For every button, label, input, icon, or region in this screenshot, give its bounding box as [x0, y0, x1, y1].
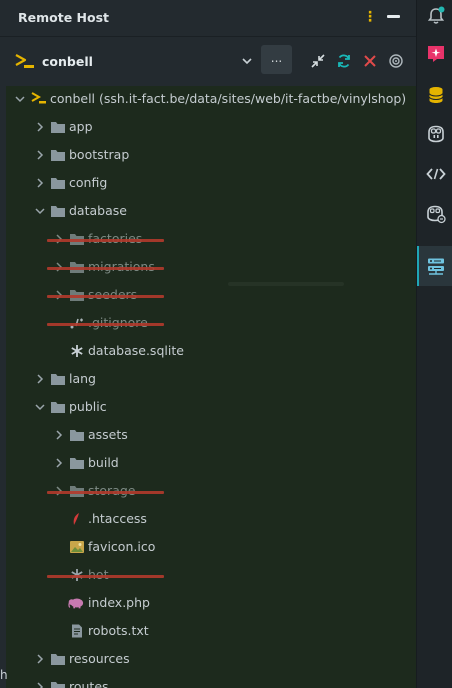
tree-file-hot[interactable]: hot [6, 562, 416, 590]
tree-folder-build[interactable]: build [6, 450, 416, 478]
folder-icon [51, 374, 65, 385]
tree-item-label: database [69, 203, 127, 218]
feather-file-icon [73, 513, 79, 525]
tree-folder-storage[interactable]: storage [6, 478, 416, 506]
more-options-button[interactable]: ... [261, 45, 292, 74]
folder-icon [51, 682, 65, 688]
ai-assistant-icon[interactable] [426, 44, 446, 64]
ignored-strike [47, 491, 164, 494]
connection-name[interactable]: conbell [42, 54, 93, 69]
disconnect-icon[interactable] [362, 53, 378, 69]
folder-icon [51, 402, 65, 413]
tree-item-label: build [88, 455, 119, 470]
edge-text-fragment: h [0, 668, 8, 682]
asterisk-file-icon [71, 345, 83, 357]
copilot-chat-icon[interactable] [426, 204, 446, 224]
chevron-down-icon[interactable] [35, 402, 45, 412]
folder-icon [70, 458, 84, 469]
database-icon[interactable] [426, 85, 446, 105]
tree-folder-routes[interactable]: routes [6, 674, 416, 688]
panel-header: Remote Host ⋮ [0, 0, 416, 37]
folder-icon [51, 150, 65, 161]
tree-item-label: .htaccess [88, 511, 147, 526]
tree-folder-database[interactable]: database [6, 198, 416, 226]
remote-host-panel: Remote Host ⋮ conbell ... conbell (ssh.i… [0, 0, 416, 688]
activity-bar [416, 0, 452, 688]
tree-folder-lang[interactable]: lang [6, 366, 416, 394]
chevron-right-icon[interactable] [35, 122, 45, 132]
tree-folder-config[interactable]: config [6, 170, 416, 198]
code-review-icon[interactable] [426, 164, 446, 184]
text-file-icon [72, 624, 82, 638]
file-tree: conbell (ssh.it-fact.be/data/sites/web/i… [6, 86, 416, 688]
tree-folder-seeders[interactable]: seeders [6, 282, 416, 310]
folder-icon [51, 206, 65, 217]
ignored-strike [47, 323, 164, 326]
panel-title: Remote Host [18, 10, 109, 25]
sftp-connection-icon [31, 92, 46, 104]
collapse-all-icon[interactable] [310, 53, 326, 69]
chevron-right-icon[interactable] [54, 458, 64, 468]
tree-file-htaccess[interactable]: .htaccess [6, 506, 416, 534]
chevron-down-icon[interactable] [240, 54, 254, 68]
ignored-strike [47, 575, 164, 578]
tree-item-label: lang [69, 371, 96, 386]
connection-bar: conbell ... [0, 40, 416, 84]
tree-item-label: app [69, 119, 93, 134]
refresh-icon[interactable] [336, 53, 352, 69]
tree-folder-bootstrap[interactable]: bootstrap [6, 142, 416, 170]
chevron-right-icon[interactable] [35, 178, 45, 188]
tree-folder-factories[interactable]: factories [6, 226, 416, 254]
folder-icon [51, 122, 65, 133]
tree-root-label: conbell (ssh.it-fact.be/data/sites/web/i… [50, 91, 407, 106]
target-icon[interactable] [388, 53, 404, 69]
tree-item-label: assets [88, 427, 128, 442]
chevron-right-icon[interactable] [35, 374, 45, 384]
options-menu-icon[interactable]: ⋮ [363, 8, 377, 26]
tree-file-robots-txt[interactable]: robots.txt [6, 618, 416, 646]
chevron-right-icon[interactable] [54, 430, 64, 440]
chevron-right-icon[interactable] [35, 682, 45, 688]
tree-file-favicon[interactable]: favicon.ico [6, 534, 416, 562]
folder-icon [70, 430, 84, 441]
chevron-right-icon[interactable] [35, 150, 45, 160]
tree-item-label: config [69, 175, 108, 190]
tree-folder-app[interactable]: app [6, 114, 416, 142]
tree-folder-assets[interactable]: assets [6, 422, 416, 450]
tree-folder-resources[interactable]: resources [6, 646, 416, 674]
tree-item-label: resources [69, 651, 130, 666]
tree-folder-public[interactable]: public [6, 394, 416, 422]
tree-item-label: routes [69, 679, 109, 688]
tree-folder-migrations[interactable]: migrations [6, 254, 416, 282]
ignored-strike [47, 295, 164, 298]
chevron-down-icon[interactable] [35, 206, 45, 216]
bell-icon[interactable] [426, 6, 446, 26]
remote-host-icon[interactable] [426, 256, 446, 276]
tree-item-label: index.php [88, 595, 150, 610]
php-elephant-icon [68, 598, 84, 609]
chevron-down-icon[interactable] [15, 94, 25, 104]
tree-root[interactable]: conbell (ssh.it-fact.be/data/sites/web/i… [6, 86, 416, 114]
tree-file-database-sqlite[interactable]: database.sqlite [6, 338, 416, 366]
folder-icon [51, 654, 65, 665]
tree-item-label: public [69, 399, 107, 414]
minimize-icon[interactable] [387, 15, 400, 18]
folder-icon [51, 178, 65, 189]
tree-file-gitignore[interactable]: .gitignore [6, 310, 416, 338]
tree-item-label: database.sqlite [88, 343, 184, 358]
copilot-icon[interactable] [426, 124, 446, 144]
tree-file-index-php[interactable]: index.php [6, 590, 416, 618]
ignored-strike [47, 239, 164, 242]
tree-item-label: favicon.ico [88, 539, 156, 554]
image-file-icon [70, 541, 84, 553]
sftp-connection-icon [15, 54, 34, 68]
tree-item-label: robots.txt [88, 623, 149, 638]
tree-item-label: bootstrap [69, 147, 130, 162]
chevron-right-icon[interactable] [35, 654, 45, 664]
ignored-strike [47, 267, 164, 270]
